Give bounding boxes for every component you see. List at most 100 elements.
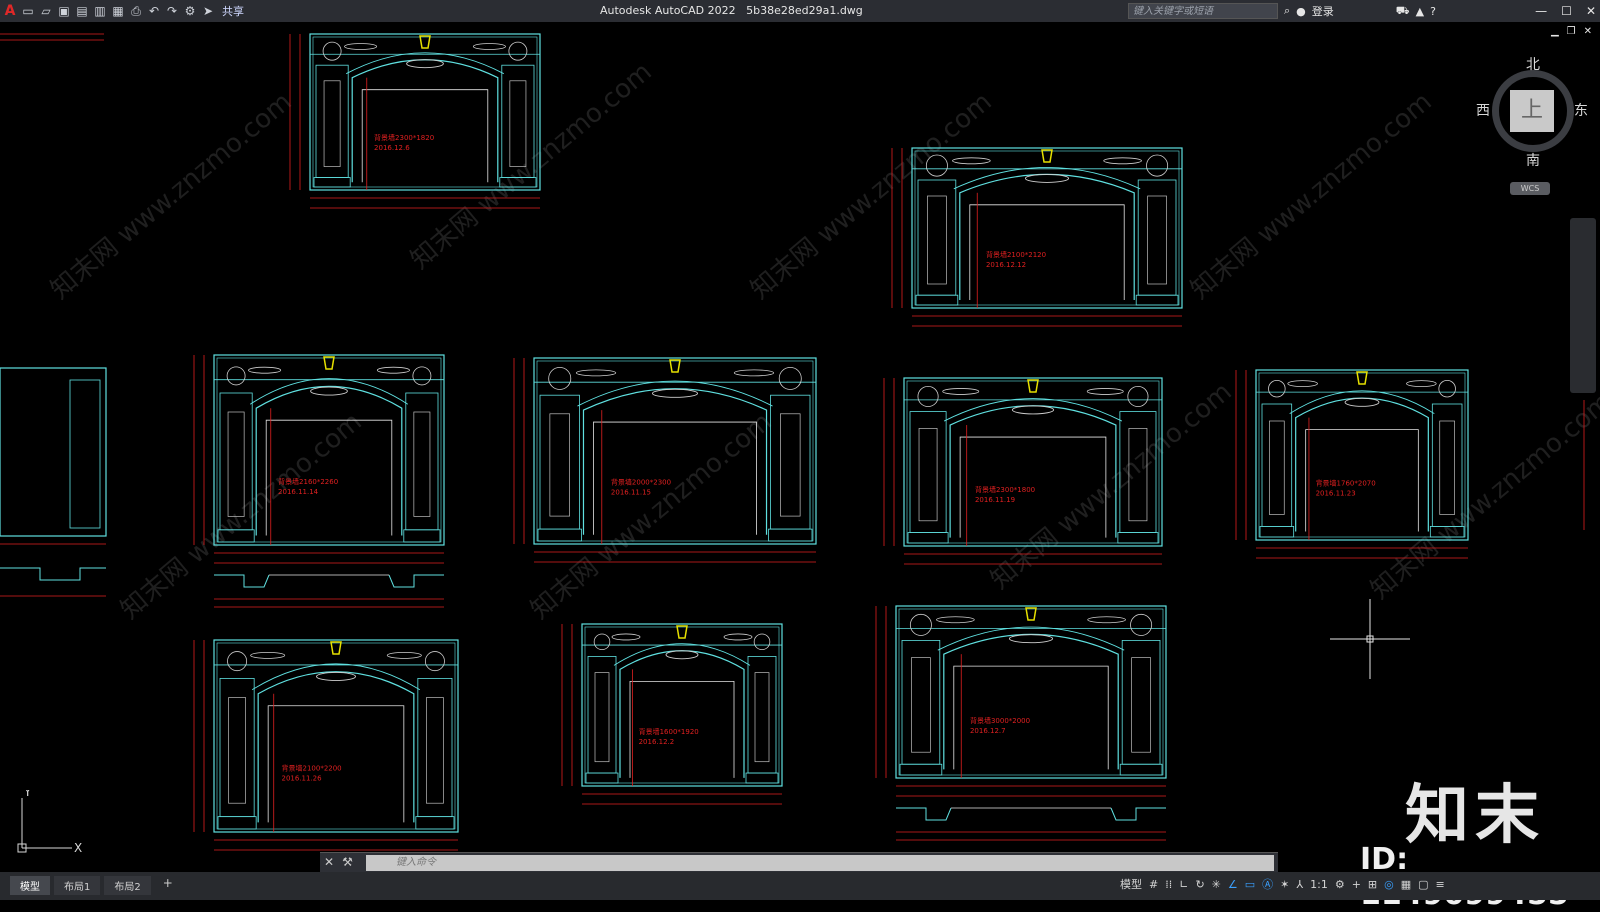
drawing-note-title: 背景墙3000*2000 xyxy=(970,716,1030,725)
drawing-note-title: 背景墙2160*2260 xyxy=(278,477,338,486)
drawing-note-date: 2016.12.12 xyxy=(986,261,1026,269)
plus-icon[interactable]: + xyxy=(1352,878,1361,891)
status-toggles: 模型 # ⁞⁞ ∟ ↻ ✳ ∠ ▭ Ⓐ ✶ ⅄ 1:1 ⚙ + ⊞ ◎ ▦ ▢ … xyxy=(1120,876,1445,892)
status-bar: 模型 布局1 布局2 + 模型 # ⁞⁞ ∟ ↻ ✳ ∠ ▭ Ⓐ ✶ ⅄ 1:1… xyxy=(0,872,1600,900)
svg-text:Y: Y xyxy=(23,790,32,799)
title-bar: A ▭ ▱ ▣ ▤ ▥ ▦ ⎙ ↶ ↷ ⚙ ➤ 共享 Autodesk Auto… xyxy=(0,0,1600,22)
command-line: ✕ ⚒ 键入命令 xyxy=(320,852,1278,873)
scale-readout[interactable]: 1:1 xyxy=(1310,878,1328,891)
undo-icon[interactable]: ↶ xyxy=(146,3,162,19)
drawing-note-title: 背景墙1760*2070 xyxy=(1316,479,1376,488)
workspace-gear-icon[interactable]: ⚙ xyxy=(1335,878,1345,891)
file-name: 5b38e28ed29a1.dwg xyxy=(746,4,863,17)
compass-east[interactable]: 东 xyxy=(1574,100,1588,120)
help-icon[interactable]: ? xyxy=(1430,5,1436,18)
compass-south[interactable]: 南 xyxy=(1526,150,1540,170)
drawing-canvas[interactable]: 知末网 www.znzmo.com 知末网 www.znzmo.com 知末网 ww… xyxy=(0,22,1600,872)
hardware-accel-icon[interactable]: ▦ xyxy=(1401,878,1411,891)
maximize-icon[interactable]: ☐ xyxy=(1561,4,1572,18)
isolate-icon[interactable]: ◎ xyxy=(1384,878,1394,891)
crosshair-cursor xyxy=(1330,599,1410,679)
share-icon[interactable]: ➤ xyxy=(200,3,216,19)
header-tools: ⌕ ● 登录 ⛟ ▲ ? xyxy=(1284,0,1436,22)
app-title: Autodesk AutoCAD 2022 xyxy=(600,4,736,17)
fireplace-elevation[interactable]: 背景墙2000*2300 2016.11.15 xyxy=(513,357,817,563)
customize-icon[interactable]: ≡ xyxy=(1436,878,1445,891)
search-input[interactable]: 键入关键字或短语 xyxy=(1128,3,1278,19)
publish-icon[interactable]: ▥ xyxy=(92,3,108,19)
quick-access-toolbar: A ▭ ▱ ▣ ▤ ▥ ▦ ⎙ ↶ ↷ ⚙ ➤ 共享 xyxy=(2,0,244,22)
watermark-text: 知末网 www.znzmo.com xyxy=(1185,87,1437,306)
fireplace-elevation[interactable]: 背景墙2100*2120 2016.12.12 xyxy=(891,147,1183,327)
annotation-icon[interactable]: Ⓐ xyxy=(1262,876,1273,892)
drawing-note-date: 2016.11.15 xyxy=(611,488,651,496)
command-customize-icon[interactable]: ⚒ xyxy=(342,855,353,869)
fireplace-elevation[interactable]: 背景墙2100*2200 2016.11.26 xyxy=(193,639,459,851)
save-icon[interactable]: ▣ xyxy=(56,3,72,19)
drawing-note-date: 2016.12.2 xyxy=(639,738,675,746)
share-label[interactable]: 共享 xyxy=(222,3,244,19)
add-layout-icon[interactable]: + xyxy=(155,876,181,895)
navigation-bar[interactable] xyxy=(1570,218,1596,393)
grid-icon[interactable]: # xyxy=(1149,878,1158,891)
drawing-note-title: 背景墙2000*2300 xyxy=(611,477,671,486)
plot-icon[interactable]: ▦ xyxy=(110,3,126,19)
print-icon[interactable]: ⎙ xyxy=(128,3,144,19)
otrack-icon[interactable]: ∠ xyxy=(1228,878,1238,891)
fireplace-elevation[interactable]: 背景墙1600*1920 2016.12.2 xyxy=(561,623,783,805)
ortho-icon[interactable]: ∟ xyxy=(1179,878,1188,891)
units-icon[interactable]: ⊞ xyxy=(1368,878,1377,891)
clean-screen-icon[interactable]: ▢ xyxy=(1418,878,1428,891)
open-file-icon[interactable]: ▱ xyxy=(38,3,54,19)
annotation-visibility-icon[interactable]: ✶ xyxy=(1280,878,1289,891)
command-input[interactable]: 键入命令 xyxy=(366,855,1274,871)
compass-west[interactable]: 西 xyxy=(1476,100,1490,120)
drawing-note-title: 背景墙2300*1820 xyxy=(374,133,434,142)
lineweight-icon[interactable]: ▭ xyxy=(1245,878,1255,891)
user-icon[interactable]: ● xyxy=(1296,5,1306,18)
autodesk-icon[interactable]: ▲ xyxy=(1416,5,1424,18)
tab-layout1[interactable]: 布局1 xyxy=(54,876,101,895)
layout-tabs: 模型 布局1 布局2 + xyxy=(10,876,181,895)
tab-model[interactable]: 模型 xyxy=(10,876,50,895)
command-close-icon[interactable]: ✕ xyxy=(324,855,334,869)
drawing-note-date: 2016.12.7 xyxy=(970,727,1006,735)
redo-icon[interactable]: ↷ xyxy=(164,3,180,19)
search-icon[interactable]: ⌕ xyxy=(1284,4,1290,18)
drawing-note-title: 背景墙2100*2120 xyxy=(986,250,1046,259)
watermark-text: 知末网 www.znzmo.com xyxy=(45,87,297,306)
snap-icon[interactable]: ⁞⁞ xyxy=(1165,878,1172,891)
ucs-icon: Y X xyxy=(17,790,82,855)
tab-layout2[interactable]: 布局2 xyxy=(104,876,151,895)
drawing-note-date: 2016.11.19 xyxy=(975,496,1015,504)
viewcube[interactable]: 上 北 南 东 西 xyxy=(1476,54,1588,169)
drawing-note-title: 背景墙2300*1800 xyxy=(975,485,1035,494)
watermark-text: 知末网 www.znzmo.com xyxy=(1365,387,1600,606)
drawing-note-date: 2016.11.14 xyxy=(278,488,319,496)
wcs-menu[interactable]: WCS xyxy=(1510,182,1550,195)
model-space-button[interactable]: 模型 xyxy=(1120,876,1142,892)
watermark-text: 知末网 www.znzmo.com xyxy=(115,407,367,626)
workspace-icon[interactable]: ⚙ xyxy=(182,3,198,19)
fireplace-elevation[interactable]: 背景墙2160*2260 2016.11.14 xyxy=(193,354,445,608)
osnap-icon[interactable]: ✳ xyxy=(1212,878,1221,891)
window-controls: — ☐ ✕ xyxy=(1535,0,1596,22)
drawing-note-title: 背景墙1600*1920 xyxy=(639,727,699,736)
close-icon[interactable]: ✕ xyxy=(1586,4,1596,18)
polar-icon[interactable]: ↻ xyxy=(1195,878,1204,891)
fireplace-elevation[interactable]: 背景墙3000*2000 2016.12.7 xyxy=(875,605,1167,841)
svg-text:X: X xyxy=(74,841,82,855)
save-as-icon[interactable]: ▤ xyxy=(74,3,90,19)
minimize-icon[interactable]: — xyxy=(1535,4,1547,18)
window-title: Autodesk AutoCAD 2022 5b38e28ed29a1.dwg xyxy=(600,4,863,17)
drawing-note-date: 2016.12.6 xyxy=(374,144,410,152)
drawing-note-title: 背景墙2100*2200 xyxy=(282,764,342,773)
cart-icon[interactable]: ⛟ xyxy=(1396,4,1410,19)
autocad-logo-icon[interactable]: A xyxy=(2,3,18,19)
new-file-icon[interactable]: ▭ xyxy=(20,3,36,19)
annotation-scale-icon[interactable]: ⅄ xyxy=(1296,878,1303,891)
compass-north[interactable]: 北 xyxy=(1526,54,1540,74)
viewcube-top-face[interactable]: 上 xyxy=(1510,90,1554,132)
drawing-note-date: 2016.11.26 xyxy=(282,775,323,783)
login-link[interactable]: 登录 xyxy=(1312,3,1334,19)
